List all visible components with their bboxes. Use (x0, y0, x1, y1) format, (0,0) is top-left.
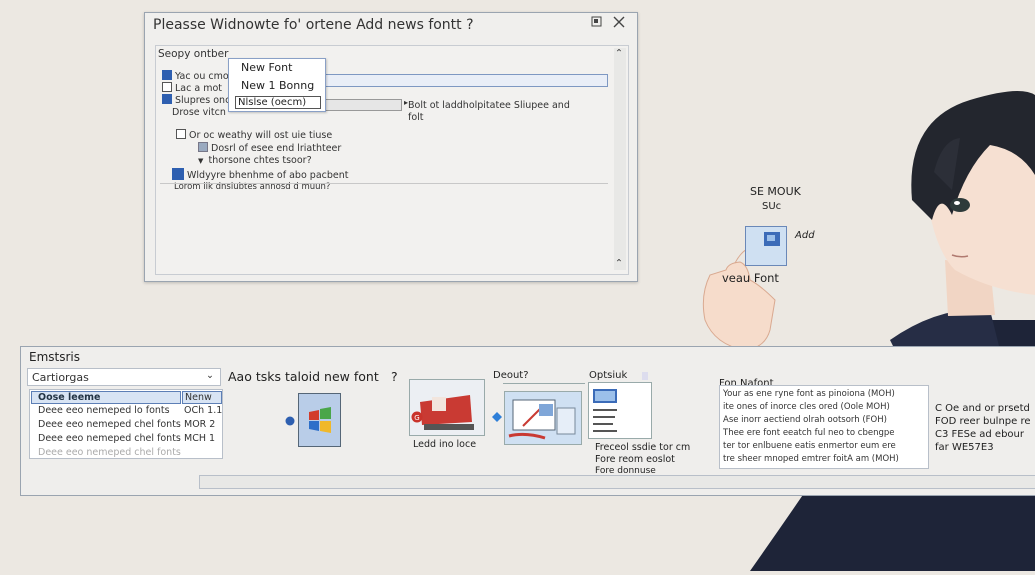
dialog-titlebar: Pleasse Widnowte fo' ortene Add news fon… (145, 13, 637, 39)
add-font-prompt: Aao tsks taloid new font (228, 369, 379, 384)
card-sub-caption: veau Font (722, 271, 779, 285)
red-badge-icon: G (411, 408, 423, 427)
font-list[interactable]: Oose leeme Nenw Deee eeo nemeped lo font… (29, 389, 223, 459)
side-text: C Oe and or prsetd (935, 403, 1030, 414)
chevron-up-icon[interactable]: ⌃ (615, 48, 623, 59)
divider (503, 383, 585, 384)
option-row[interactable]: Drose vitcn (172, 100, 226, 119)
checkbox[interactable] (162, 93, 172, 104)
dropdown-selected[interactable]: Nlslse (oecm) (235, 96, 321, 109)
list-header[interactable]: Oose leeme (31, 391, 181, 404)
card-caption: Add (795, 230, 815, 241)
close-icon[interactable] (613, 16, 625, 32)
category-select[interactable]: Cartiorgas ⌄ (27, 368, 221, 386)
detail-caption: Freceol ssdie tor cm (595, 442, 691, 453)
side-text: C3 FESe ad ebour (935, 429, 1024, 440)
dropdown-option[interactable]: New Font (241, 61, 292, 74)
list-item[interactable]: Deee eeo nemeped chel fonts (38, 433, 181, 444)
character-illustration (690, 80, 1035, 571)
add-font-dialog: Pleasse Widnowte fo' ortene Add news fon… (144, 12, 638, 282)
chevron-up-icon[interactable]: ⌃ (615, 258, 623, 269)
maximize-icon[interactable] (591, 16, 602, 31)
options-thumbnail[interactable] (588, 382, 652, 439)
side-note: Bolt ot laddholpitatee Sliupee and (408, 100, 570, 111)
section-label: Seopy ontber (158, 48, 229, 60)
figure-label: SE MOUK (750, 185, 801, 198)
diamond-icon (492, 407, 502, 426)
font-info-box: Your as ene ryne font as pinoiona (MOH) … (719, 385, 929, 469)
font-file-icon (764, 231, 780, 250)
font-path-input[interactable] (324, 74, 608, 87)
detail-label: Optsiuk (589, 370, 628, 381)
figure-label: SUc (762, 201, 782, 212)
slider-track[interactable] (324, 99, 402, 111)
thumbnail-caption: Ledd ino loce (413, 439, 477, 450)
panel-title: Emstsris (29, 350, 80, 364)
list-item[interactable]: Deee eeo nemeped chel fonts (38, 447, 181, 458)
font-app-icon[interactable] (298, 393, 341, 447)
list-item-value: MOR 2 (184, 419, 216, 430)
font-panel: Emstsris Cartiorgas ⌄ Oose leeme Nenw De… (20, 346, 1035, 496)
detail-caption: Fore reom eoslot (595, 454, 675, 465)
detail-label: Deout? (493, 370, 529, 381)
vertical-scrollbar[interactable]: ⌃ ⌃ (614, 48, 626, 270)
question-mark: ? (391, 369, 398, 384)
tool-thumbnail[interactable] (504, 391, 582, 445)
list-item-value: OCh 1.1 (184, 405, 223, 416)
chevron-down-icon[interactable]: ⌄ (206, 370, 214, 381)
dialog-title: Pleasse Widnowte fo' ortene Add news fon… (153, 17, 474, 33)
scroll-thumb[interactable] (642, 372, 648, 380)
dialog-content: Seopy ontber Yac ou cmo Lac a mot Slupre… (155, 45, 629, 275)
blue-dot-icon (285, 411, 295, 430)
checkbox[interactable] (176, 128, 186, 139)
dropdown-option[interactable]: New 1 Bonng (241, 79, 314, 92)
side-text: FOD reer bulnpe re (935, 416, 1031, 427)
divider (160, 183, 608, 184)
horizontal-scrollbar[interactable] (199, 475, 1035, 489)
font-dropdown[interactable]: New Font New 1 Bonng Nlslse (oecm) (228, 58, 326, 112)
side-text: far WE57E3 (935, 442, 994, 453)
svg-text:G: G (414, 414, 419, 422)
list-item[interactable]: Deee eeo nemeped chel fonts (38, 419, 181, 430)
side-note: folt (408, 112, 424, 123)
font-card[interactable] (745, 226, 787, 266)
list-item[interactable]: Deee eeo nemeped lo fonts (38, 405, 170, 416)
list-item-value: MCH 1 (184, 433, 216, 444)
list-col-header: Nenw (182, 391, 222, 404)
